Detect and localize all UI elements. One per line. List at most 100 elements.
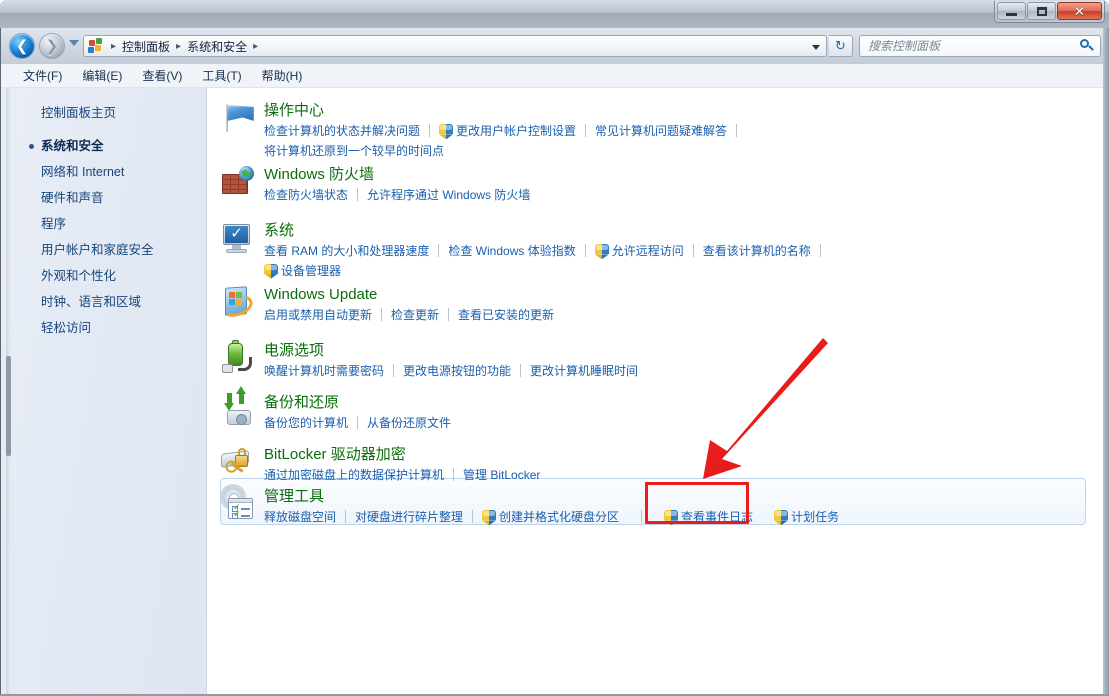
- category-title-windows-update[interactable]: Windows Update: [264, 285, 554, 304]
- breadcrumb-separator-0: ▸: [111, 40, 117, 52]
- breadcrumb-control-panel[interactable]: 控制面板: [118, 36, 174, 57]
- maximize-button[interactable]: [1027, 2, 1056, 20]
- link-view-ram-cpu[interactable]: 查看 RAM 的大小和处理器速度: [264, 242, 429, 261]
- category-title-system[interactable]: 系统: [264, 221, 830, 240]
- category-title-bitlocker[interactable]: BitLocker 驱动器加密: [264, 445, 540, 464]
- search-input[interactable]: [866, 38, 1080, 54]
- link-schedule-tasks[interactable]: 计划任务: [774, 508, 839, 527]
- address-dropdown-icon[interactable]: [808, 39, 824, 55]
- category-system[interactable]: ✓ 系统 查看 RAM 的大小和处理器速度 检查 Windows 体验指数 允许远程…: [208, 216, 830, 285]
- address-bar[interactable]: ▸ 控制面板 ▸ 系统和安全 ▸: [83, 35, 827, 57]
- category-backup-restore[interactable]: 备份和还原 备份您的计算机 从备份还原文件: [208, 386, 451, 437]
- admin-tools-icon: [220, 486, 256, 522]
- link-allow-program-firewall[interactable]: 允许程序通过 Windows 防火墙: [367, 186, 530, 205]
- sidebar-item-label-4: 用户帐户和家庭安全: [41, 243, 154, 257]
- control-panel-window: ✕ ❮ ❯ ▸ 控制面板 ▸ 系统和安全 ▸ ↻ 搜索控制面板 文件(F) 编辑…: [0, 0, 1109, 696]
- close-button[interactable]: ✕: [1057, 2, 1102, 20]
- link-device-manager-label: 设备管理器: [281, 263, 342, 278]
- link-system-restore[interactable]: 将计算机还原到一个较早的时间点: [264, 142, 444, 161]
- category-power-options[interactable]: 电源选项 唤醒计算机时需要密码 更改电源按钮的功能 更改计算机睡眠时间: [208, 336, 638, 385]
- category-title-backup-restore[interactable]: 备份和还原: [264, 393, 451, 412]
- category-title-action-center[interactable]: 操作中心: [264, 101, 746, 120]
- windows-update-icon: [218, 284, 256, 321]
- link-free-disk-space[interactable]: 释放磁盘空间: [264, 508, 336, 527]
- link-experience-index[interactable]: 检查 Windows 体验指数: [448, 242, 575, 261]
- sidebar-item-home[interactable]: 控制面板主页: [1, 100, 207, 133]
- link-view-event-logs-label: 查看事件日志: [681, 510, 754, 525]
- link-view-event-logs[interactable]: 查看事件日志: [664, 508, 753, 527]
- link-power-button-function[interactable]: 更改电源按钮的功能: [403, 362, 511, 381]
- sidebar-item-programs[interactable]: 程序: [1, 211, 207, 237]
- sidebar-item-label-2: 硬件和声音: [41, 191, 104, 205]
- link-require-password-on-wake[interactable]: 唤醒计算机时需要密码: [264, 362, 384, 381]
- shield-icon: [774, 510, 789, 526]
- category-title-power-options[interactable]: 电源选项: [264, 341, 638, 360]
- link-create-format-partitions[interactable]: 创建并格式化硬盘分区: [482, 508, 619, 527]
- backup-icon: [220, 386, 256, 428]
- link-defragment-drive[interactable]: 对硬盘进行碎片整理: [355, 508, 463, 527]
- menu-view[interactable]: 查看(V): [132, 64, 192, 87]
- sidebar-item-user-accounts[interactable]: 用户帐户和家庭安全: [1, 237, 207, 263]
- sidebar-item-label-6: 时钟、语言和区域: [41, 295, 142, 309]
- link-allow-remote-access[interactable]: 允许远程访问: [594, 242, 684, 261]
- battery-icon: [220, 340, 256, 376]
- history-dropdown-icon[interactable]: [69, 40, 79, 46]
- category-links-action-center: 检查计算机的状态并解决问题 更改用户帐户控制设置 常见计算机问题疑难解答 将计算机还…: [264, 122, 746, 161]
- sidebar-item-label-1: 网络和 Internet: [41, 165, 125, 179]
- link-view-installed-updates[interactable]: 查看已安装的更新: [458, 306, 554, 325]
- refresh-icon: ↻: [835, 38, 846, 53]
- window-right-edge: [1103, 28, 1109, 696]
- main-panel: 操作中心 检查计算机的状态并解决问题 更改用户帐户控制设置 常见计算机问题疑难解答 …: [208, 88, 1108, 694]
- category-action-center[interactable]: 操作中心 检查计算机的状态并解决问题 更改用户帐户控制设置 常见计算机问题疑难解答 …: [208, 96, 746, 165]
- minimize-icon: [1006, 13, 1017, 16]
- menu-tools[interactable]: 工具(T): [192, 64, 251, 87]
- forward-button[interactable]: ❯: [39, 33, 65, 59]
- control-panel-icon: [88, 37, 105, 55]
- category-administrative-tools[interactable]: 管理工具 释放磁盘空间对硬盘进行碎片整理 创建并格式化硬盘分区 查看事件日志 计划任务: [208, 482, 839, 531]
- category-windows-update[interactable]: Windows Update 启用或禁用自动更新 检查更新 查看已安装的更新: [208, 280, 554, 329]
- menu-edit[interactable]: 编辑(E): [72, 64, 132, 87]
- scrollbar-thumb[interactable]: [6, 356, 11, 456]
- arrow-right-icon: ❯: [45, 37, 59, 55]
- search-box[interactable]: [859, 35, 1101, 57]
- window-controls: ✕: [994, 1, 1105, 23]
- menu-bar: 文件(F) 编辑(E) 查看(V) 工具(T) 帮助(H): [1, 64, 1108, 88]
- link-check-firewall-status[interactable]: 检查防火墙状态: [264, 186, 348, 205]
- link-check-status[interactable]: 检查计算机的状态并解决问题: [264, 122, 420, 141]
- flag-icon: [220, 100, 256, 136]
- current-bullet-icon: [29, 144, 34, 149]
- shield-icon: [439, 124, 454, 140]
- refresh-button[interactable]: ↻: [829, 35, 853, 57]
- sidebar-item-hardware-and-sound[interactable]: 硬件和声音: [1, 185, 207, 211]
- category-links-administrative-tools: 释放磁盘空间 对硬盘进行碎片整理 创建并格式化硬盘分区 查看事件日志 计划任务: [264, 508, 839, 527]
- link-check-updates[interactable]: 检查更新: [391, 306, 439, 325]
- sidebar-item-network-and-internet[interactable]: 网络和 Internet: [1, 159, 207, 185]
- sidebar-item-appearance[interactable]: 外观和个性化: [1, 263, 207, 289]
- link-schedule-tasks-label: 计划任务: [791, 510, 840, 525]
- menu-help[interactable]: 帮助(H): [252, 64, 313, 87]
- category-windows-firewall[interactable]: Windows 防火墙 检查防火墙状态 允许程序通过 Windows 防火墙: [208, 160, 530, 209]
- back-button[interactable]: ❮: [9, 33, 35, 59]
- sidebar-item-system-and-security[interactable]: 系统和安全: [1, 133, 207, 159]
- shield-icon: [264, 263, 278, 279]
- category-title-firewall[interactable]: Windows 防火墙: [264, 165, 530, 184]
- minimize-button[interactable]: [997, 2, 1026, 20]
- sidebar-item-ease-of-access[interactable]: 轻松访问: [1, 315, 207, 341]
- link-view-computer-name[interactable]: 查看该计算机的名称: [703, 242, 811, 261]
- system-icon: ✓: [220, 220, 256, 256]
- link-troubleshoot[interactable]: 常见计算机问题疑难解答: [595, 122, 727, 141]
- link-change-sleep-time[interactable]: 更改计算机睡眠时间: [530, 362, 638, 381]
- sidebar: 控制面板主页 系统和安全 网络和 Internet 硬件和声音 程序 用户帐户和…: [1, 88, 207, 694]
- link-device-manager[interactable]: 设备管理器: [264, 262, 341, 281]
- link-restore-from-backup[interactable]: 从备份还原文件: [367, 414, 451, 433]
- menu-file[interactable]: 文件(F): [13, 64, 72, 87]
- breadcrumb-system-and-security[interactable]: 系统和安全: [183, 36, 251, 57]
- link-allow-remote-access-label: 允许远程访问: [611, 244, 684, 259]
- navigation-bar: ❮ ❯ ▸ 控制面板 ▸ 系统和安全 ▸ ↻: [1, 28, 1108, 64]
- sidebar-item-clock-language-region[interactable]: 时钟、语言和区域: [1, 289, 207, 315]
- category-title-administrative-tools[interactable]: 管理工具: [264, 487, 839, 506]
- category-links-system: 查看 RAM 的大小和处理器速度 检查 Windows 体验指数 允许远程访问 查看该…: [264, 242, 830, 281]
- link-toggle-auto-update[interactable]: 启用或禁用自动更新: [264, 306, 372, 325]
- link-backup-computer[interactable]: 备份您的计算机: [264, 414, 348, 433]
- link-uac-settings[interactable]: 更改用户帐户控制设置: [439, 122, 576, 141]
